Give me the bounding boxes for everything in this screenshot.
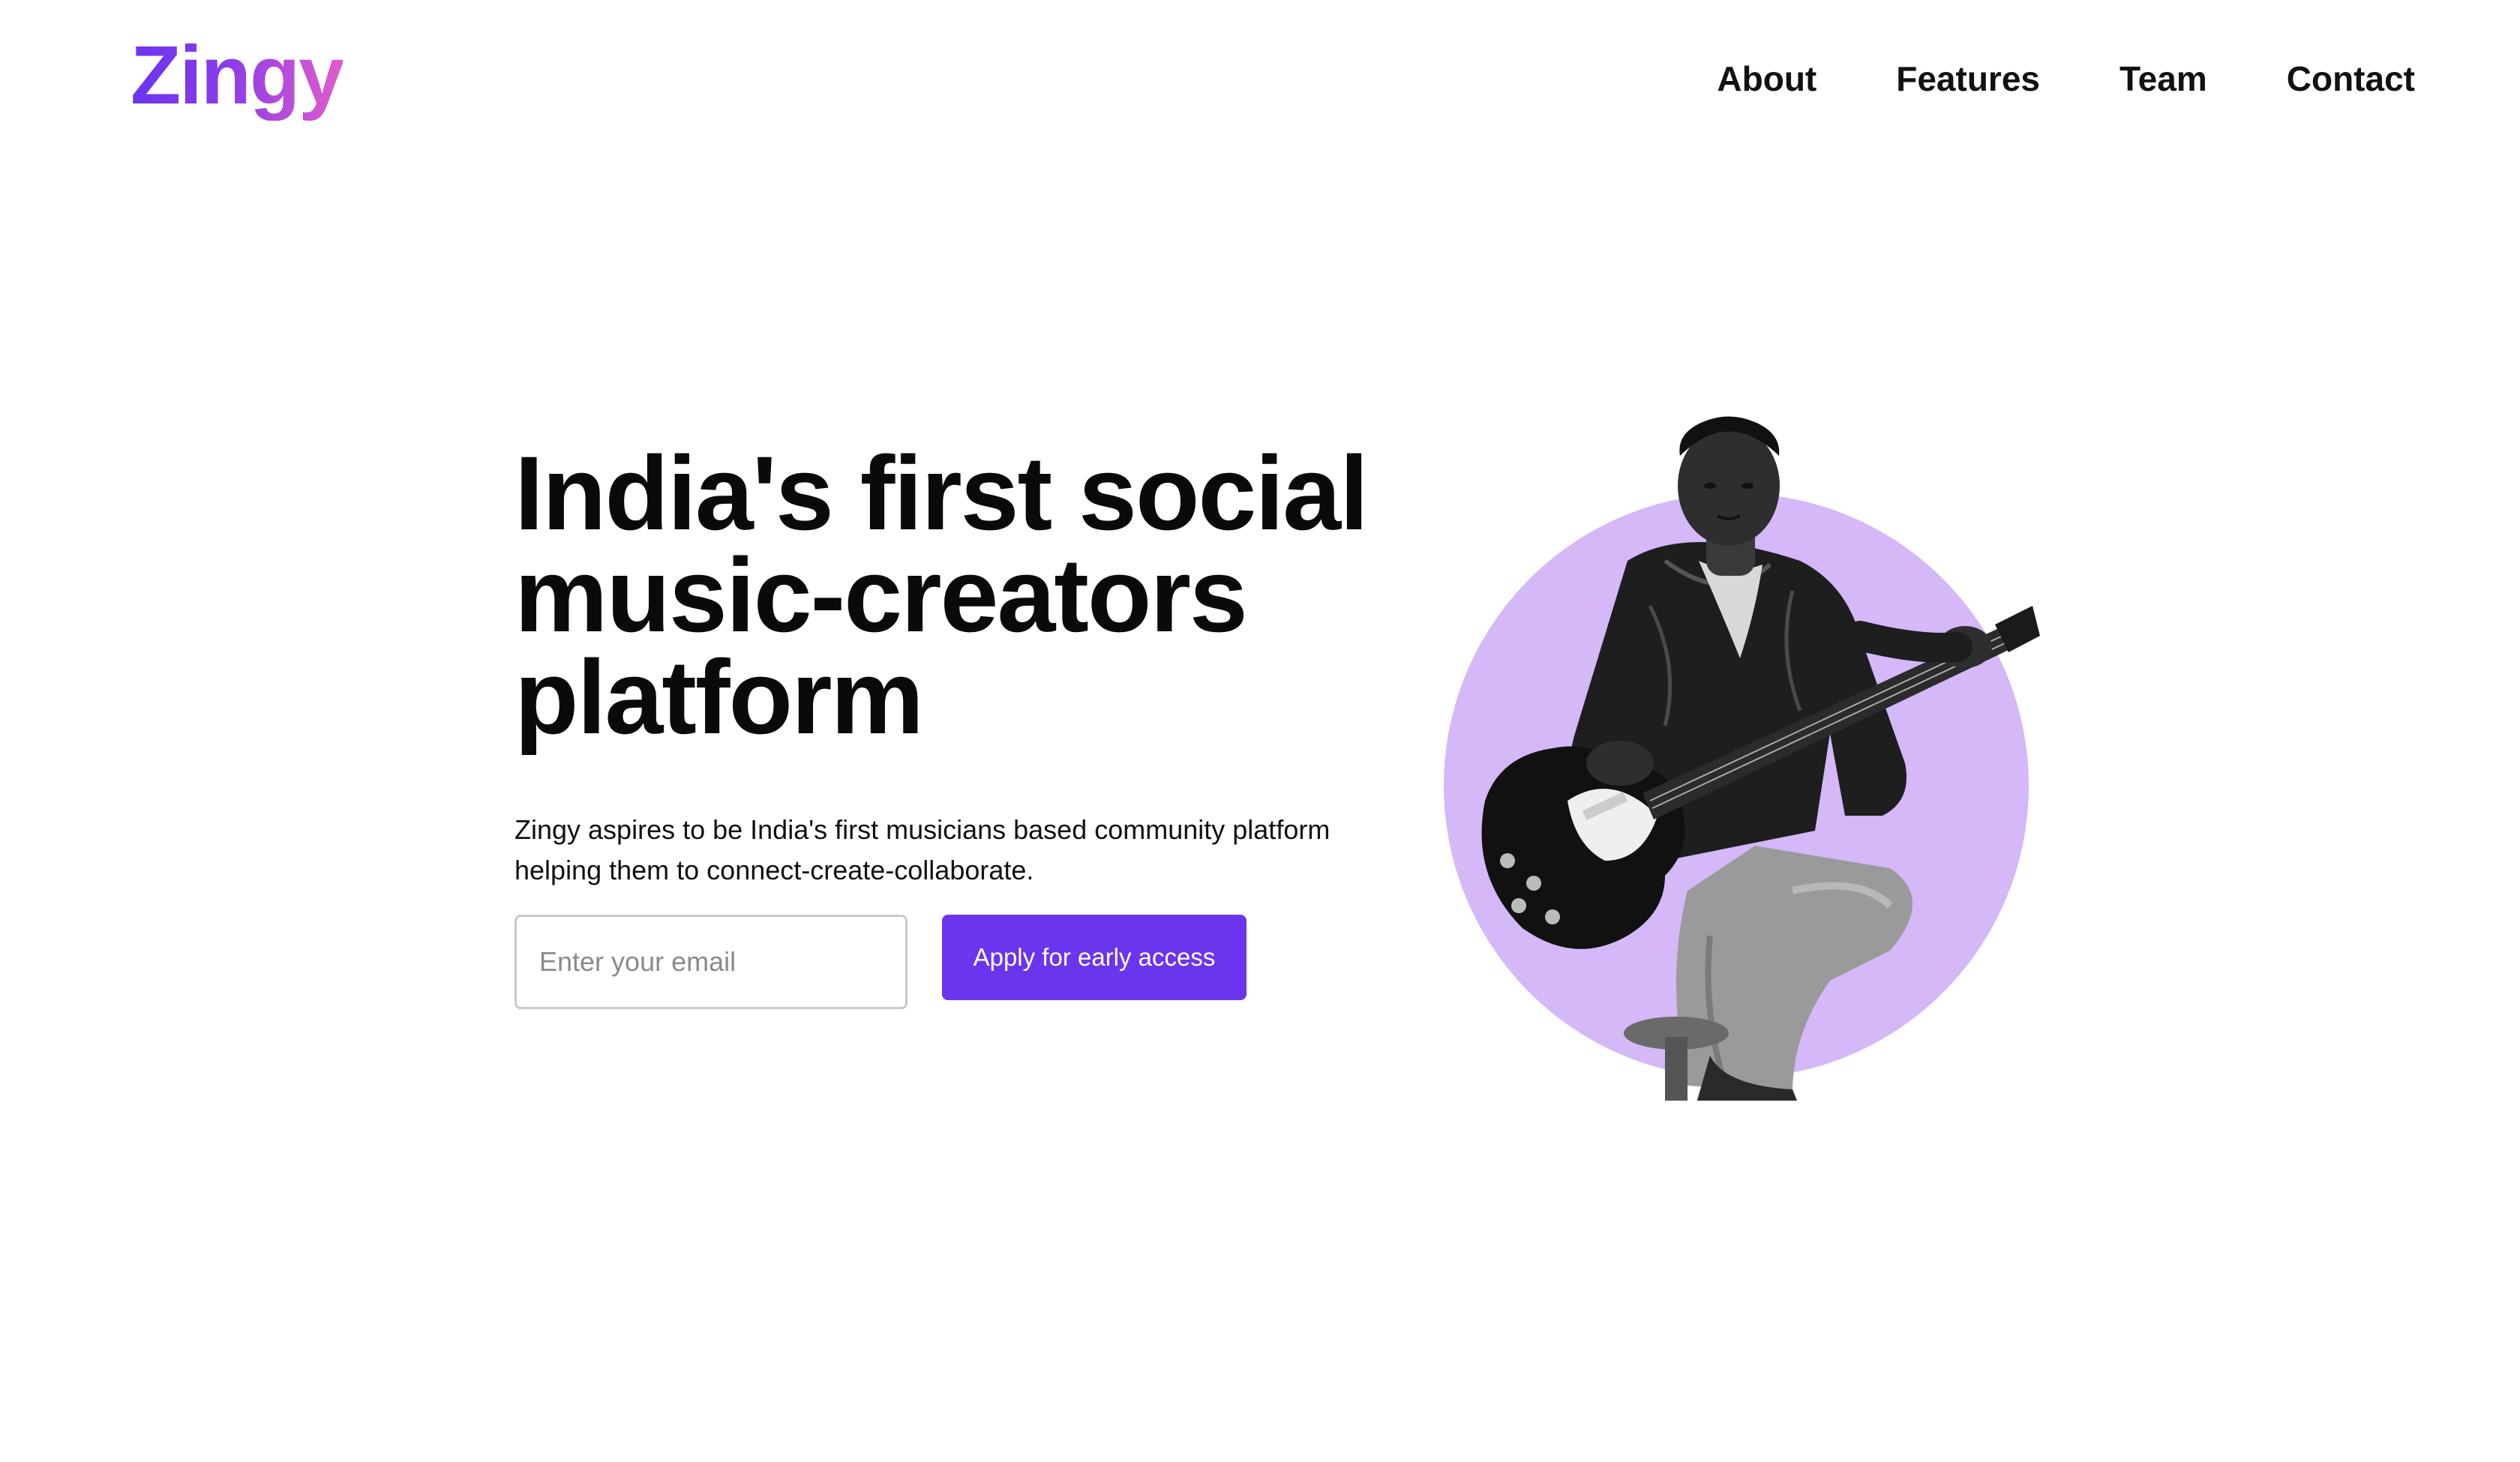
email-input[interactable] <box>514 915 908 1009</box>
hero-description: Zingy aspires to be India's first musici… <box>514 810 1384 891</box>
early-access-form: Apply for early access <box>514 915 1246 1009</box>
guitarist-illustration <box>1444 416 2040 1101</box>
headline-line-1: India's first social <box>514 434 1369 552</box>
landing-page: Zingy About Features Team Contact India'… <box>0 0 2520 1462</box>
zingy-logo[interactable]: Zingy <box>130 30 344 121</box>
nav-link-about[interactable]: About <box>1717 58 1816 99</box>
hero-headline: India's first social music-creators plat… <box>514 441 1392 750</box>
nav-link-team[interactable]: Team <box>2120 58 2207 99</box>
top-nav: About Features Team Contact <box>1717 58 2415 99</box>
hero-section: India's first social music-creators plat… <box>514 441 1392 891</box>
headline-line-2: music-creators <box>514 536 1248 654</box>
headline-line-3: platform <box>514 638 924 756</box>
description-line-1: Zingy aspires to be India's first musici… <box>514 814 1330 845</box>
nav-link-features[interactable]: Features <box>1896 58 2040 99</box>
apply-early-access-button[interactable]: Apply for early access <box>942 915 1246 1000</box>
nav-link-contact[interactable]: Contact <box>2287 58 2415 99</box>
description-line-2: helping them to connect-create-collabora… <box>514 855 1034 885</box>
